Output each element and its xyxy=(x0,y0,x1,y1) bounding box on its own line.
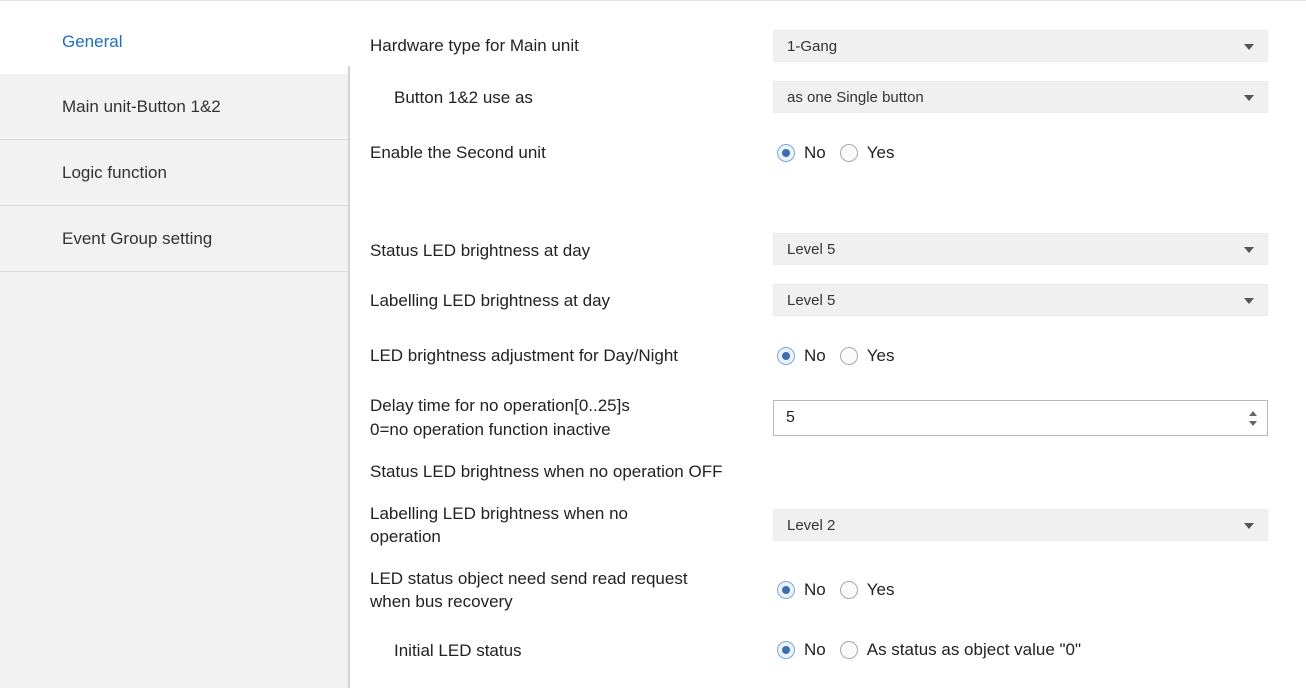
radio-no[interactable]: No xyxy=(777,640,826,660)
radio-label: No xyxy=(804,143,826,162)
radio-selected-icon xyxy=(777,581,795,599)
initial-led-status-label: Initial LED status xyxy=(394,641,522,660)
enable-second-unit-radio-group: No Yes xyxy=(777,143,908,163)
initial-led-status-radio-group: No As status as object value "0" xyxy=(777,640,1095,660)
led-adjustment-radio-group: No Yes xyxy=(777,346,908,366)
sidebar-item-label: General xyxy=(62,31,123,51)
radio-no[interactable]: No xyxy=(777,580,826,600)
chevron-down-icon xyxy=(1244,298,1254,304)
radio-yes[interactable]: Yes xyxy=(839,346,895,366)
sidebar-item-label: Event Group setting xyxy=(62,229,213,248)
labelling-led-noop-select[interactable]: Level 2 xyxy=(773,509,1268,541)
chevron-down-icon xyxy=(1244,247,1254,253)
select-value: Level 5 xyxy=(787,292,836,309)
spin-down-icon[interactable] xyxy=(1249,421,1257,426)
delay-time-label-line2: 0=no operation function inactive xyxy=(370,420,611,439)
radio-selected-icon xyxy=(777,641,795,659)
radio-label: Yes xyxy=(866,346,895,365)
spinner-value: 5 xyxy=(786,409,795,426)
radio-unselected-icon xyxy=(839,581,858,599)
sidebar: General Main unit-Button 1&2 Logic funct… xyxy=(0,8,348,688)
radio-yes[interactable]: Yes xyxy=(839,580,895,600)
radio-selected-icon xyxy=(777,347,795,365)
chevron-down-icon xyxy=(1244,44,1254,50)
radio-unselected-icon xyxy=(839,347,858,365)
radio-label: No xyxy=(804,580,826,599)
select-value: 1-Gang xyxy=(787,38,838,55)
sidebar-divider xyxy=(348,66,350,688)
top-border xyxy=(0,0,1306,1)
enable-second-unit-label: Enable the Second unit xyxy=(370,143,546,162)
sidebar-item-label: Main unit-Button 1&2 xyxy=(62,97,221,116)
led-status-read-label-line2: when bus recovery xyxy=(370,592,513,611)
radio-label: Yes xyxy=(866,143,895,162)
radio-yes[interactable]: Yes xyxy=(839,143,895,163)
radio-label: Yes xyxy=(866,580,895,599)
status-led-day-select[interactable]: Level 5 xyxy=(773,233,1268,265)
labelling-led-noop-label-line2: operation xyxy=(370,527,441,546)
labelling-led-day-label: Labelling LED brightness at day xyxy=(370,291,611,310)
spin-up-icon[interactable] xyxy=(1249,411,1257,416)
radio-unselected-icon xyxy=(839,144,858,162)
radio-selected-icon xyxy=(777,144,795,162)
select-value: Level 5 xyxy=(787,241,836,258)
led-status-read-radio-group: No Yes xyxy=(777,580,908,600)
select-value: Level 2 xyxy=(787,517,836,534)
labelling-led-day-select[interactable]: Level 5 xyxy=(773,284,1268,316)
radio-label: No xyxy=(804,640,826,659)
sidebar-item-general[interactable]: General xyxy=(0,8,348,74)
hardware-type-label: Hardware type for Main unit xyxy=(370,36,579,55)
button-use-label: Button 1&2 use as xyxy=(394,88,533,107)
radio-no[interactable]: No xyxy=(777,143,826,163)
sidebar-background xyxy=(0,272,348,688)
select-value: as one Single button xyxy=(787,89,924,106)
chevron-down-icon xyxy=(1244,95,1254,101)
sidebar-item-main-unit-button[interactable]: Main unit-Button 1&2 xyxy=(0,74,348,140)
chevron-down-icon xyxy=(1244,523,1254,529)
delay-time-spinner[interactable]: 5 xyxy=(773,400,1268,436)
labelling-led-noop-label-line1: Labelling LED brightness when no xyxy=(370,504,629,523)
status-led-day-label: Status LED brightness at day xyxy=(370,241,591,260)
radio-label: As status as object value "0" xyxy=(866,640,1082,659)
radio-no[interactable]: No xyxy=(777,346,826,366)
radio-status-zero[interactable]: As status as object value "0" xyxy=(839,640,1082,660)
sidebar-item-label: Logic function xyxy=(62,163,167,182)
radio-label: No xyxy=(804,346,826,365)
sidebar-item-logic-function[interactable]: Logic function xyxy=(0,140,348,206)
led-adjustment-label: LED brightness adjustment for Day/Night xyxy=(370,346,679,365)
status-led-noop-label: Status LED brightness when no operation … xyxy=(370,462,723,481)
delay-time-label-line1: Delay time for no operation[0..25]s xyxy=(370,396,630,415)
sidebar-item-event-group-setting[interactable]: Event Group setting xyxy=(0,206,348,272)
hardware-type-select[interactable]: 1-Gang xyxy=(773,30,1268,62)
button-use-select[interactable]: as one Single button xyxy=(773,81,1268,113)
led-status-read-label-line1: LED status object need send read request xyxy=(370,569,688,588)
radio-unselected-icon xyxy=(839,641,858,659)
